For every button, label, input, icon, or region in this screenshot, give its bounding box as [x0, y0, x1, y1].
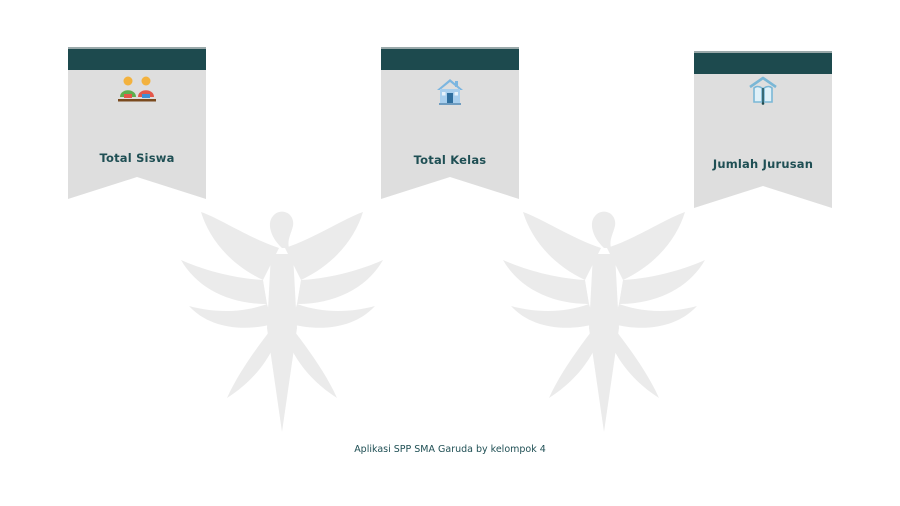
card-label: Total Siswa — [99, 151, 175, 165]
garuda-watermark-icon — [503, 211, 705, 432]
book-icon — [748, 76, 778, 106]
card-header-bar — [694, 51, 832, 74]
card-header-bar — [68, 47, 206, 70]
students-icon — [117, 75, 157, 103]
house-icon — [435, 76, 465, 106]
total-kelas-card[interactable]: Total Kelas — [381, 47, 519, 199]
garuda-watermark-icon — [181, 211, 383, 432]
card-label: Total Kelas — [413, 153, 487, 167]
total-siswa-card[interactable]: Total Siswa — [68, 47, 206, 199]
footer-text: Aplikasi SPP SMA Garuda by kelompok 4 — [354, 444, 546, 455]
dashboard-page: Total Siswa Total Kelas Jumlah Jurusan A… — [0, 0, 900, 506]
card-header-bar — [381, 47, 519, 70]
jumlah-jurusan-card[interactable]: Jumlah Jurusan — [694, 51, 832, 208]
card-label: Jumlah Jurusan — [712, 157, 814, 171]
